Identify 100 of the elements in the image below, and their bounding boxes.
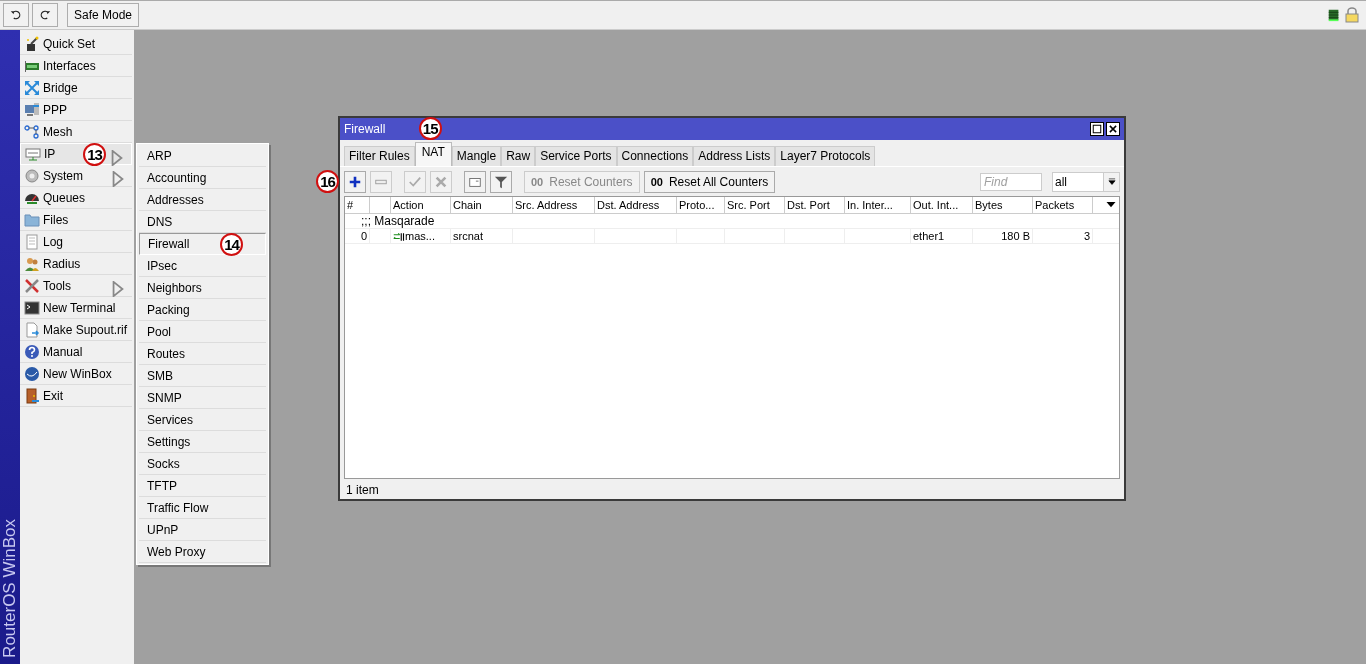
menu-item[interactable]: PPP <box>20 99 132 121</box>
filter-button[interactable] <box>490 171 512 193</box>
menu-item[interactable]: Accounting <box>139 167 266 189</box>
menu-item[interactable]: Bridge <box>20 77 132 99</box>
menu-item[interactable]: Files <box>20 209 132 231</box>
tab[interactable]: Raw <box>501 146 536 166</box>
menu-item[interactable]: Neighbors <box>139 277 266 299</box>
comment-text: ;;; Masqarade <box>360 214 435 228</box>
plus-icon <box>348 175 362 189</box>
column-header[interactable]: Out. Int... <box>911 197 973 213</box>
column-header[interactable]: Dst. Port <box>785 197 845 213</box>
safe-mode-button[interactable]: Safe Mode <box>67 3 140 27</box>
filter-icon <box>494 175 508 189</box>
table-cell: ether1 <box>911 229 973 243</box>
menu-item[interactable]: Firewall 14 <box>139 233 266 255</box>
people-icon <box>24 255 40 272</box>
menu-item[interactable]: Make Supout.rif <box>20 319 132 341</box>
menu-label: Radius <box>43 255 81 273</box>
tab[interactable]: Filter Rules <box>344 146 415 166</box>
column-header[interactable]: Chain <box>451 197 513 213</box>
column-header[interactable]: In. Inter... <box>845 197 911 213</box>
menu-item[interactable]: UPnP <box>139 519 266 541</box>
callout-number: 13 <box>83 143 106 166</box>
maximize-icon <box>1092 124 1102 134</box>
menu-item[interactable]: Pool <box>139 321 266 343</box>
menu-item[interactable]: IP 13 <box>20 143 132 165</box>
note-icon <box>468 175 482 189</box>
lock-icon <box>1344 7 1360 23</box>
tab[interactable]: Address Lists <box>693 146 776 166</box>
find-field[interactable]: Find <box>980 173 1042 191</box>
column-header[interactable]: # <box>345 197 370 213</box>
folder-icon <box>24 211 40 228</box>
column-header[interactable]: Packets <box>1033 197 1093 213</box>
menu-item[interactable]: TFTP <box>139 475 266 497</box>
menu-item[interactable]: Radius <box>20 253 132 275</box>
menu-item[interactable]: DNS <box>139 211 266 233</box>
column-header[interactable]: Src. Address <box>513 197 595 213</box>
redo-button[interactable] <box>32 3 58 27</box>
menu-item[interactable]: Routes <box>139 343 266 365</box>
menu-label: SMB <box>147 367 173 385</box>
comment-button[interactable] <box>464 171 486 193</box>
tools-icon <box>24 277 40 294</box>
terminal-icon <box>24 299 40 316</box>
menu-label: Addresses <box>147 191 204 209</box>
menu-item[interactable]: Web Proxy <box>139 541 266 563</box>
menu-item[interactable]: Settings <box>139 431 266 453</box>
reset-all-counters-button[interactable]: 00 Reset All Counters <box>643 171 776 193</box>
menu-label: Interfaces <box>43 57 96 75</box>
table-cell: 3 <box>1033 229 1093 243</box>
menu-item[interactable]: SMB <box>139 365 266 387</box>
menu-item[interactable]: Quick Set <box>20 33 132 55</box>
close-icon <box>1108 124 1118 134</box>
menu-label: DNS <box>147 213 173 231</box>
wand-icon <box>24 35 40 52</box>
menu-item[interactable]: Socks <box>139 453 266 475</box>
menu-item[interactable]: Traffic Flow <box>139 497 266 519</box>
menu-label: Log <box>43 233 64 251</box>
menu-label: PPP <box>43 101 67 119</box>
menu-item[interactable]: ARP <box>139 145 266 167</box>
menu-label: Queues <box>43 189 86 207</box>
column-header[interactable]: Dst. Address <box>595 197 677 213</box>
menu-label: Tools <box>43 277 71 295</box>
menu-item[interactable]: System <box>20 165 132 187</box>
menu-label: Packing <box>147 301 190 319</box>
menu-item[interactable]: Manual <box>20 341 132 363</box>
tab[interactable]: Mangle <box>451 146 502 166</box>
tab[interactable]: Layer7 Protocols <box>775 146 876 166</box>
arrows-icon <box>24 79 40 96</box>
menu-item[interactable]: SNMP <box>139 387 266 409</box>
menu-item[interactable]: Queues <box>20 187 132 209</box>
menu-item[interactable]: Addresses <box>139 189 266 211</box>
menu-label: Manual <box>43 343 83 361</box>
table-cell: 0 <box>345 229 370 243</box>
undo-button[interactable] <box>3 3 29 27</box>
column-header[interactable]: Proto... <box>677 197 725 213</box>
menu-item[interactable]: Tools <box>20 275 132 297</box>
column-header[interactable]: Src. Port <box>725 197 785 213</box>
scope-dropdown[interactable]: all <box>1052 172 1120 192</box>
help-icon <box>24 343 40 360</box>
menu-item[interactable]: Exit <box>20 385 132 407</box>
menu-label: New WinBox <box>43 365 112 383</box>
menu-label: System <box>43 167 83 185</box>
column-header[interactable]: Action <box>391 197 451 213</box>
menu-item[interactable]: Log <box>20 231 132 253</box>
menu-item[interactable]: Interfaces <box>20 55 132 77</box>
column-header[interactable]: Bytes <box>973 197 1033 213</box>
menu-label: ARP <box>147 147 172 165</box>
maximize-button[interactable] <box>1090 122 1104 136</box>
menu-label: TFTP <box>147 477 177 495</box>
close-button[interactable] <box>1106 122 1120 136</box>
menu-item[interactable]: Services <box>139 409 266 431</box>
menu-item[interactable]: IPsec <box>139 255 266 277</box>
menu-item[interactable]: New WinBox <box>20 363 132 385</box>
menu-item[interactable]: Packing <box>139 299 266 321</box>
menu-label: Socks <box>147 455 180 473</box>
tab[interactable]: Service Ports <box>535 146 617 166</box>
file-icon <box>24 321 40 338</box>
menu-item[interactable]: New Terminal <box>20 297 132 319</box>
tab[interactable]: Connections <box>616 146 694 166</box>
undo-icon <box>10 9 22 21</box>
